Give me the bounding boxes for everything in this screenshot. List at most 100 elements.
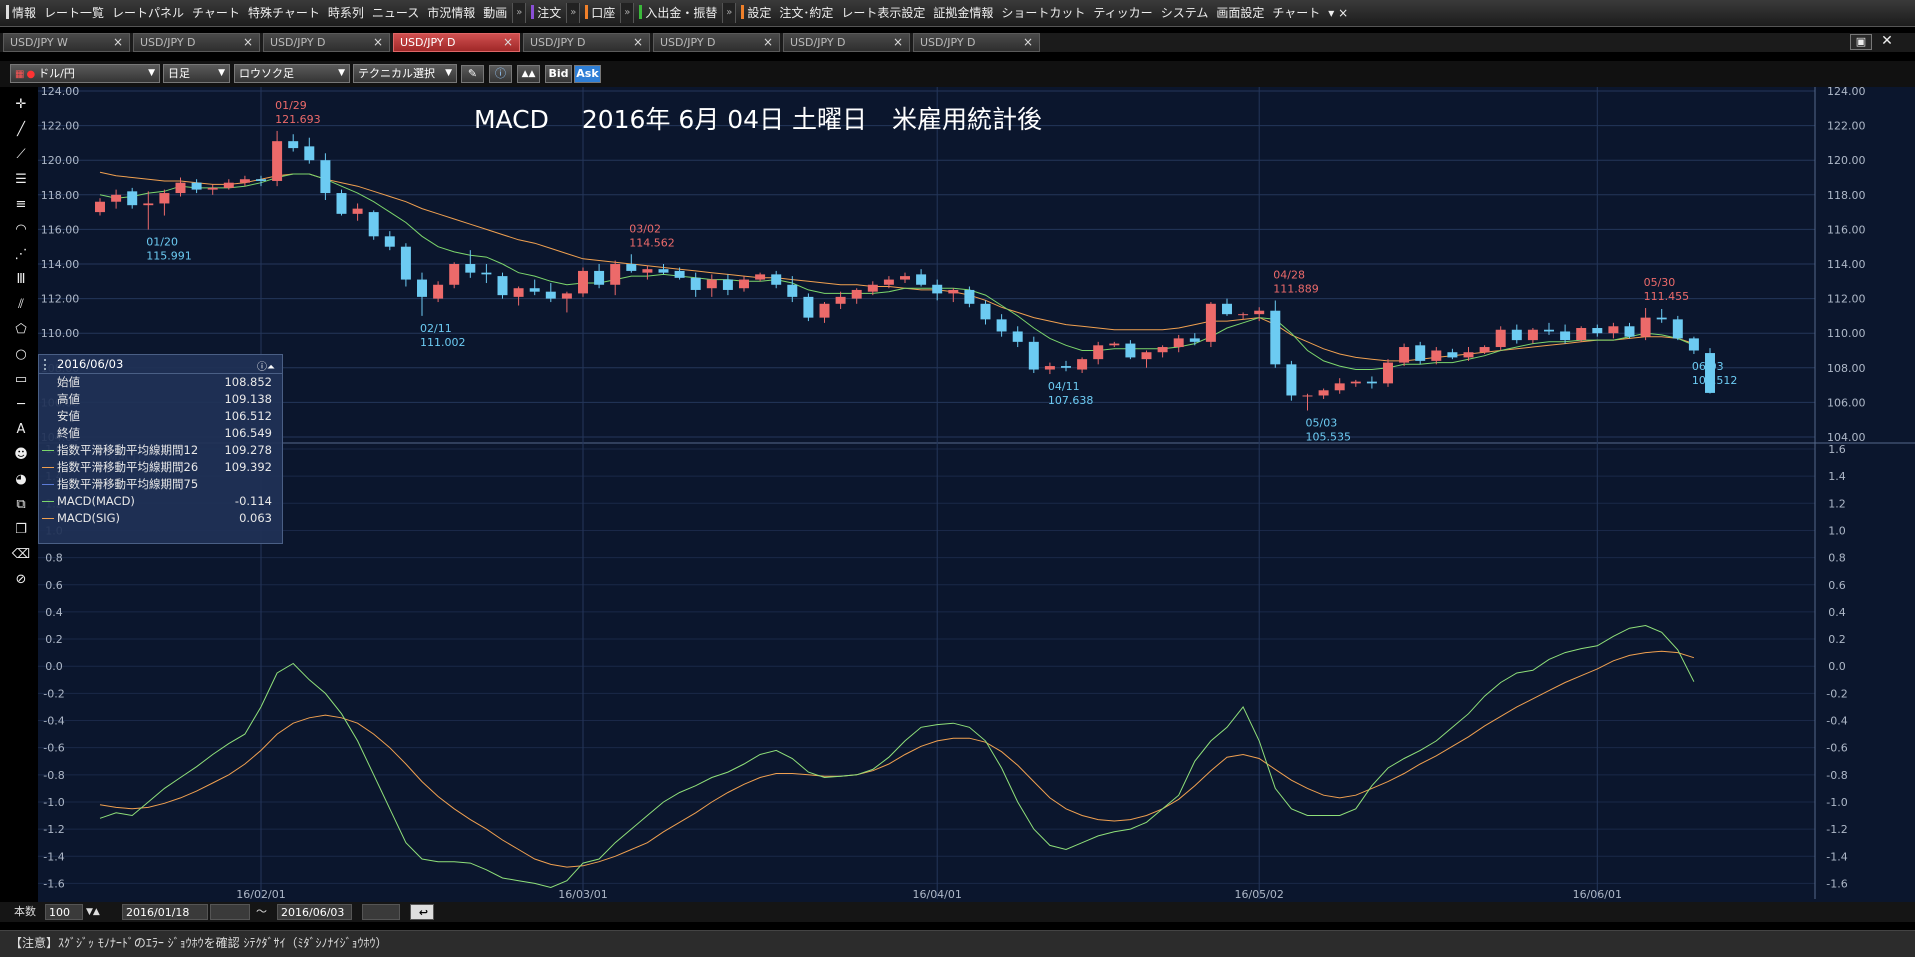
- macd-tick-label-left: 0.6: [45, 579, 63, 592]
- info-icon[interactable]: ⓘ: [489, 65, 512, 83]
- candle-body: [1624, 326, 1635, 337]
- mountain-chart-icon[interactable]: ▲▲: [517, 65, 540, 83]
- menu-item-7[interactable]: 市況情報: [423, 3, 479, 23]
- channel-icon[interactable]: ≡: [9, 193, 33, 215]
- pentagon-icon[interactable]: ⬠: [9, 318, 33, 340]
- horizontal-line-icon[interactable]: ☰: [9, 168, 33, 190]
- to-date-input[interactable]: 2016/06/03: [277, 904, 352, 920]
- menu-item-2[interactable]: レートパネル: [108, 3, 188, 23]
- drag-grip-icon[interactable]: [44, 359, 49, 370]
- menu-item-8[interactable]: 動画: [479, 3, 511, 23]
- pitchfork-icon[interactable]: ⫽: [9, 293, 33, 315]
- tab-close-icon[interactable]: ×: [243, 34, 253, 51]
- y-tick-label-left: 112.00: [41, 293, 80, 306]
- circle-icon[interactable]: ○: [9, 343, 33, 365]
- magnet-icon[interactable]: ◕: [9, 468, 33, 490]
- tab-close-icon[interactable]: ×: [1023, 34, 1033, 51]
- eraser-all-icon[interactable]: ⊘: [9, 568, 33, 590]
- menu-item-13[interactable]: 注文･約定: [775, 3, 837, 23]
- menu-more-icon[interactable]: »: [620, 3, 635, 23]
- candle-body: [1141, 352, 1152, 360]
- menu-dropdown-close-icon[interactable]: ▾ ×: [1324, 3, 1352, 23]
- period-select[interactable]: 日足 ▼: [163, 64, 230, 83]
- chart-area[interactable]: 16/02/01 16/03/01 16/04/01 16/05/02 16/06/01…: [38, 87, 1915, 902]
- info-row-label: 安値: [57, 409, 80, 423]
- menu-item-5[interactable]: 時系列: [324, 3, 368, 23]
- candle-body: [1560, 331, 1571, 341]
- candle-body: [143, 203, 154, 206]
- copy-icon[interactable]: ⧉: [9, 493, 33, 515]
- menu-item-10[interactable]: 口座: [581, 3, 619, 23]
- menu-item-label: 動画: [483, 6, 508, 20]
- count-input[interactable]: 100: [45, 904, 83, 920]
- pen-icon[interactable]: ✎: [461, 65, 484, 83]
- ray-icon[interactable]: ⟋: [9, 143, 33, 165]
- ask-button[interactable]: Ask: [574, 65, 601, 83]
- menu-more-icon[interactable]: »: [722, 3, 737, 23]
- trendline-icon[interactable]: ╱: [9, 118, 33, 140]
- menu-item-label: 特殊チャート: [247, 6, 320, 20]
- menu-item-20[interactable]: チャート: [1268, 3, 1324, 23]
- chart-tab[interactable]: USD/JPY W ×: [3, 33, 130, 52]
- menu-item-9[interactable]: 注文: [527, 3, 565, 23]
- menu-item-12[interactable]: 設定: [737, 3, 775, 23]
- layers-icon[interactable]: ❐: [9, 518, 33, 540]
- restore-window-icon[interactable]: ▣: [1850, 34, 1872, 50]
- tab-close-icon[interactable]: ×: [373, 34, 383, 51]
- rectangle-icon[interactable]: ▭: [9, 368, 33, 390]
- status-text: 【注意】ｽｸﾞｼﾞｯ ﾓﾉﾅｰﾄﾞのｴﾗｰ ｼﾞｮｳﾎｳを確認 ｼﾃｸﾀﾞｻｲ（…: [10, 936, 388, 950]
- menu-item-label: システム: [1160, 6, 1209, 20]
- tab-close-icon[interactable]: ×: [763, 34, 773, 51]
- chart-tab[interactable]: USD/JPY D ×: [523, 33, 650, 52]
- chart-tab[interactable]: USD/JPY D ×: [263, 33, 390, 52]
- chart-tab[interactable]: USD/JPY D ×: [133, 33, 260, 52]
- menu-item-6[interactable]: ニュース: [368, 3, 423, 23]
- return-icon[interactable]: ↩: [410, 904, 434, 920]
- chart-tab[interactable]: USD/JPY D ×: [393, 33, 520, 52]
- chart-tab[interactable]: USD/JPY D ×: [653, 33, 780, 52]
- chart-tab[interactable]: USD/JPY D ×: [783, 33, 910, 52]
- menu-item-14[interactable]: レート表示設定: [837, 3, 929, 23]
- to-time-input[interactable]: [362, 904, 400, 920]
- text-icon[interactable]: A: [9, 418, 33, 440]
- menu-item-16[interactable]: ショートカット: [997, 3, 1089, 23]
- menu-item-15[interactable]: 証拠金情報: [929, 3, 997, 23]
- eraser-icon[interactable]: ⌫: [9, 543, 33, 565]
- menu-item-0[interactable]: 情報: [2, 3, 40, 23]
- bid-button[interactable]: Bid: [545, 65, 572, 83]
- y-tick-label-left: 120.00: [41, 154, 80, 167]
- tab-close-icon[interactable]: ×: [113, 34, 123, 51]
- tab-label: USD/JPY D: [270, 36, 326, 49]
- menu-item-19[interactable]: 画面設定: [1212, 3, 1268, 23]
- candle-body: [1527, 329, 1538, 341]
- from-time-input[interactable]: [210, 904, 250, 920]
- menu-item-11[interactable]: 入出金・振替: [635, 3, 721, 23]
- count-stepper-icon[interactable]: ▼▲: [86, 904, 100, 920]
- tab-close-icon[interactable]: ×: [503, 34, 513, 51]
- info-panel-header[interactable]: 2016/06/03 ⓘ⏶: [39, 355, 282, 374]
- chart-type-select[interactable]: ロウソク足 ▼: [234, 64, 350, 83]
- menu-more-icon[interactable]: »: [512, 3, 527, 23]
- chart-tab[interactable]: USD/JPY D ×: [913, 33, 1040, 52]
- info-row: 指数平滑移動平均線期間75: [39, 476, 282, 493]
- menu-more-icon[interactable]: »: [566, 3, 581, 23]
- close-window-icon[interactable]: ✕: [1876, 34, 1898, 50]
- emoji-icon[interactable]: ☻: [9, 443, 33, 465]
- menu-item-18[interactable]: システム: [1157, 3, 1213, 23]
- menu-item-1[interactable]: レート一覧: [40, 3, 108, 23]
- vertical-lines-icon[interactable]: Ⅲ: [9, 268, 33, 290]
- technical-select[interactable]: テクニカル選択 ▼: [353, 64, 457, 83]
- crosshair-icon[interactable]: ✛: [9, 93, 33, 115]
- candle-body: [1238, 314, 1249, 316]
- currency-pair-select[interactable]: ▦ ● ドル/円 ▼: [10, 64, 160, 83]
- fibonacci-arc-icon[interactable]: ◠: [9, 218, 33, 240]
- info-row: MACD(SIG) 0.063: [39, 510, 282, 527]
- line-icon[interactable]: ─: [9, 393, 33, 415]
- fan-icon[interactable]: ⋰: [9, 243, 33, 265]
- tab-close-icon[interactable]: ×: [893, 34, 903, 51]
- menu-item-3[interactable]: チャート: [188, 3, 244, 23]
- from-date-input[interactable]: 2016/01/18: [122, 904, 208, 920]
- tab-close-icon[interactable]: ×: [633, 34, 643, 51]
- menu-item-17[interactable]: ティッカー: [1089, 3, 1156, 23]
- menu-item-4[interactable]: 特殊チャート: [244, 3, 324, 23]
